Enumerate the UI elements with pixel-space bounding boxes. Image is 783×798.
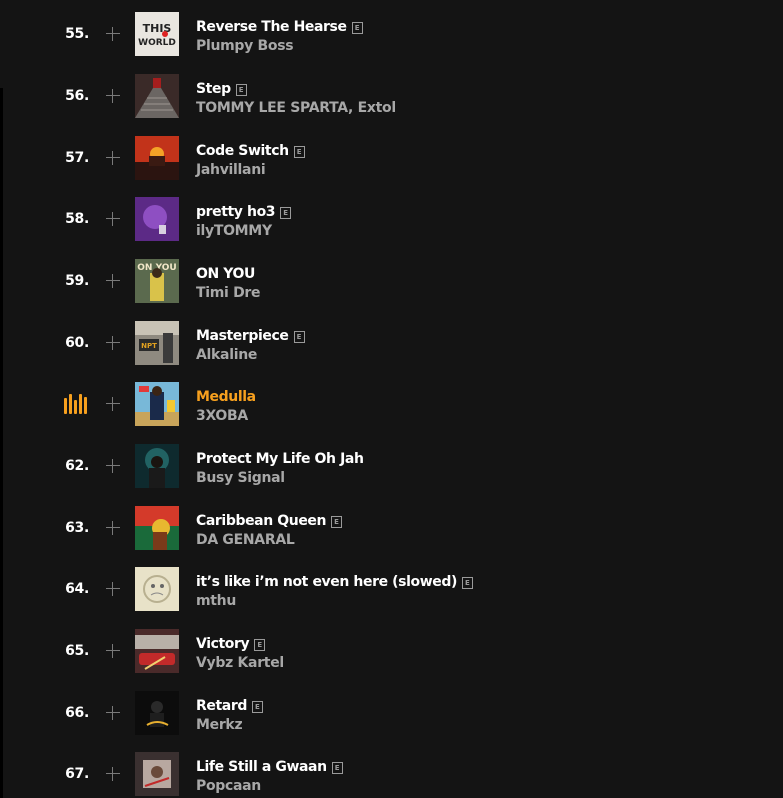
track-row[interactable]: 56. Step E TOMMY LEE SPARTA, Extol <box>3 65 783 127</box>
svg-text:WORLD: WORLD <box>138 38 176 48</box>
track-artist[interactable]: Busy Signal <box>196 470 285 486</box>
track-row[interactable]: 63. Caribbean Queen E DA GENARAL <box>3 497 783 559</box>
track-rank: 66. <box>65 705 89 721</box>
track-rank: 65. <box>65 643 89 659</box>
left-edge <box>0 0 3 88</box>
track-title[interactable]: Reverse The Hearse <box>196 19 347 35</box>
album-art[interactable] <box>135 629 179 673</box>
album-art[interactable] <box>135 382 179 426</box>
album-art[interactable]: THIS WORLD <box>135 12 179 56</box>
track-rank: 64. <box>65 581 89 597</box>
add-to-playlist-icon[interactable] <box>103 209 123 229</box>
track-row[interactable]: 59. ON YOU ON YOU Timi Dre <box>3 250 783 312</box>
track-row[interactable]: 58. pretty ho3 E ilyTOMMY <box>3 188 783 250</box>
explicit-icon: E <box>235 84 247 96</box>
track-title[interactable]: Retard <box>196 698 247 714</box>
track-artist[interactable]: Plumpy Boss <box>196 38 294 54</box>
track-artist[interactable]: ilyTOMMY <box>196 223 272 239</box>
track-row[interactable]: 67. Life Still a Gwaan E Popcaan <box>3 743 783 798</box>
track-row-now-playing[interactable]: Medulla 3XOBA <box>3 373 783 435</box>
album-art[interactable] <box>135 567 179 611</box>
track-artist[interactable]: Alkaline <box>196 347 257 363</box>
add-to-playlist-icon[interactable] <box>103 518 123 538</box>
explicit-icon: E <box>351 22 363 34</box>
track-artist[interactable]: TOMMY LEE SPARTA, Extol <box>196 100 396 116</box>
explicit-icon: E <box>461 577 473 589</box>
add-to-playlist-icon[interactable] <box>103 333 123 353</box>
album-art[interactable] <box>135 752 179 796</box>
add-to-playlist-icon[interactable] <box>103 703 123 723</box>
track-title[interactable]: Medulla <box>196 389 256 405</box>
track-rank: 58. <box>65 211 89 227</box>
explicit-icon: E <box>254 639 266 651</box>
explicit-icon: E <box>280 207 292 219</box>
track-row[interactable]: 55. THIS WORLD Reverse The Hearse E Plump… <box>3 3 783 65</box>
track-rank: 55. <box>65 26 89 42</box>
explicit-icon: E <box>251 701 263 713</box>
add-to-playlist-icon[interactable] <box>103 579 123 599</box>
album-art[interactable]: NPT <box>135 321 179 365</box>
track-row[interactable]: 66. Retard E Merkz <box>3 682 783 744</box>
explicit-icon: E <box>331 762 343 774</box>
album-art[interactable] <box>135 506 179 550</box>
track-title[interactable]: pretty ho3 <box>196 204 276 220</box>
track-title[interactable]: Life Still a Gwaan <box>196 759 327 775</box>
track-artist[interactable]: Timi Dre <box>196 285 261 301</box>
track-artist[interactable]: Vybz Kartel <box>196 655 284 671</box>
track-title[interactable]: Masterpiece <box>196 328 289 344</box>
track-row[interactable]: 62. Protect My Life Oh Jah Busy Signal <box>3 435 783 497</box>
track-row[interactable]: 65. Victory E Vybz Kartel <box>3 620 783 682</box>
album-art[interactable] <box>135 197 179 241</box>
track-title[interactable]: ON YOU <box>196 266 255 282</box>
add-to-playlist-icon[interactable] <box>103 394 123 414</box>
track-rank: 57. <box>65 150 89 166</box>
track-artist[interactable]: Popcaan <box>196 778 261 794</box>
track-rank: 59. <box>65 273 89 289</box>
track-rank: 67. <box>65 766 89 782</box>
album-art[interactable] <box>135 691 179 735</box>
track-rank: 63. <box>65 520 89 536</box>
add-to-playlist-icon[interactable] <box>103 641 123 661</box>
track-artist[interactable]: DA GENARAL <box>196 532 295 548</box>
track-row[interactable]: 64. it’s like i’m not even here (slowed)… <box>3 558 783 620</box>
explicit-icon: E <box>293 146 305 158</box>
track-title[interactable]: Code Switch <box>196 143 289 159</box>
album-art-text: NPT <box>141 342 157 350</box>
add-to-playlist-icon[interactable] <box>103 764 123 784</box>
track-title[interactable]: Protect My Life Oh Jah <box>196 451 364 467</box>
explicit-icon: E <box>293 331 305 343</box>
track-rank: 60. <box>65 335 89 351</box>
track-artist[interactable]: Merkz <box>196 717 243 733</box>
track-artist[interactable]: 3XOBA <box>196 408 248 424</box>
track-artist[interactable]: mthu <box>196 593 236 609</box>
album-art[interactable] <box>135 444 179 488</box>
add-to-playlist-icon[interactable] <box>103 148 123 168</box>
track-title[interactable]: Victory <box>196 636 250 652</box>
track-rank: 62. <box>65 458 89 474</box>
track-row[interactable]: 60. NPT Masterpiece E Alkaline <box>3 312 783 374</box>
track-list: 55. THIS WORLD Reverse The Hearse E Plump… <box>3 0 783 798</box>
equalizer-icon <box>64 394 87 414</box>
album-art[interactable] <box>135 74 179 118</box>
track-artist[interactable]: Jahvillani <box>196 162 266 178</box>
add-to-playlist-icon[interactable] <box>103 86 123 106</box>
track-title[interactable]: it’s like i’m not even here (slowed) <box>196 574 457 590</box>
add-to-playlist-icon[interactable] <box>103 456 123 476</box>
explicit-icon: E <box>331 516 343 528</box>
track-rank: 56. <box>65 88 89 104</box>
track-row[interactable]: 57. Code Switch E Jahvillani <box>3 127 783 189</box>
add-to-playlist-icon[interactable] <box>103 271 123 291</box>
track-title[interactable]: Step <box>196 81 231 97</box>
album-art[interactable] <box>135 136 179 180</box>
album-art[interactable]: ON YOU <box>135 259 179 303</box>
track-title[interactable]: Caribbean Queen <box>196 513 326 529</box>
add-to-playlist-icon[interactable] <box>103 24 123 44</box>
